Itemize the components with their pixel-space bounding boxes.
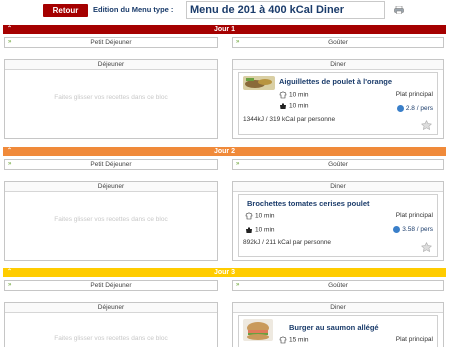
cook-time: 10 min xyxy=(245,226,275,234)
day-header-1[interactable]: ⌃ Jour 1 xyxy=(3,25,446,34)
diner-slot-1[interactable]: Diner Aiguillettes de poulet à l'orange … xyxy=(232,59,444,139)
gouter-slot-2[interactable]: » Goûter xyxy=(232,159,444,170)
drop-placeholder: Faites glisser vos recettes dans ce bloc xyxy=(54,216,168,223)
printer-icon[interactable] xyxy=(394,6,404,14)
prep-time: 10 min xyxy=(279,91,309,99)
slot-label: Déjeuner xyxy=(5,182,217,192)
recipe-card[interactable]: Brochettes tomates cerises poulet 10 min… xyxy=(238,194,438,257)
gouter-slot-3[interactable]: » Goûter xyxy=(232,280,444,291)
petit-dejeuner-slot-2[interactable]: » Petit Déjeuner xyxy=(4,159,218,170)
recipe-photo xyxy=(243,319,273,341)
double-chevron-icon: ⌃ xyxy=(7,26,13,32)
double-chevron-icon: » xyxy=(236,39,240,45)
slot-label: Déjeuner xyxy=(5,60,217,70)
diner-slot-3[interactable]: Diner Burger au saumon allégé 15 min Pla… xyxy=(232,302,444,347)
slot-label: Diner xyxy=(233,182,443,192)
recipe-title[interactable]: Burger au saumon allégé xyxy=(289,323,379,332)
gouter-slot-1[interactable]: » Goûter xyxy=(232,37,444,48)
recipe-title[interactable]: Brochettes tomates cerises poulet xyxy=(247,199,370,208)
top-bar: Retour Edition du Menu type : Menu de 20… xyxy=(0,0,450,22)
day-label: Jour 3 xyxy=(213,269,235,276)
recipe-calories: 1344kJ / 319 kCal par personne xyxy=(243,116,336,123)
day-label: Jour 1 xyxy=(213,26,235,33)
recipe-price: 3.58 / pers xyxy=(393,226,433,233)
prep-time: 10 min xyxy=(245,212,275,220)
petit-dejeuner-slot-1[interactable]: » Petit Déjeuner xyxy=(4,37,218,48)
double-chevron-icon: ⌃ xyxy=(7,148,13,154)
recipe-price: 2.8 / pers xyxy=(396,105,433,112)
slot-label: Goûter xyxy=(328,282,348,289)
menu-type-field[interactable]: Menu de 201 à 400 kCal Diner xyxy=(186,1,385,19)
edition-label: Edition du Menu type : xyxy=(93,5,174,14)
chef-hat-icon xyxy=(245,212,253,220)
drop-placeholder: Faites glisser vos recettes dans ce bloc xyxy=(54,94,168,101)
slot-label: Goûter xyxy=(328,39,348,46)
petit-dejeuner-slot-3[interactable]: » Petit Déjeuner xyxy=(4,280,218,291)
slot-label: Petit Déjeuner xyxy=(90,39,132,46)
euro-coin-icon xyxy=(396,105,404,112)
chef-hat-icon xyxy=(279,91,287,99)
slot-label: Petit Déjeuner xyxy=(90,161,132,168)
recipe-title[interactable]: Aiguillettes de poulet à l'orange xyxy=(279,77,392,86)
slot-label: Petit Déjeuner xyxy=(90,282,132,289)
cooking-pot-icon xyxy=(246,227,252,233)
double-chevron-icon: » xyxy=(236,161,240,167)
favorite-star-icon[interactable] xyxy=(421,120,432,130)
recipe-category: Plat principal xyxy=(395,91,433,98)
day-label: Jour 2 xyxy=(213,148,235,155)
double-chevron-icon: » xyxy=(236,282,240,288)
double-chevron-icon: » xyxy=(8,39,12,45)
drop-placeholder: Faites glisser vos recettes dans ce bloc xyxy=(54,335,168,342)
recipe-card[interactable]: Burger au saumon allégé 15 min Plat prin… xyxy=(238,315,438,347)
cooking-pot-icon xyxy=(280,103,286,109)
cook-time: 10 min xyxy=(279,102,309,110)
recipe-category: Plat principal xyxy=(395,212,433,219)
euro-coin-icon xyxy=(393,226,401,233)
day-header-2[interactable]: ⌃ Jour 2 xyxy=(3,147,446,156)
dejeuner-slot-3[interactable]: Déjeuner Faites glisser vos recettes dan… xyxy=(4,302,218,347)
double-chevron-icon: ⌃ xyxy=(7,269,13,275)
recipe-photo xyxy=(243,76,275,90)
retour-button[interactable]: Retour xyxy=(43,4,88,17)
dejeuner-slot-2[interactable]: Déjeuner Faites glisser vos recettes dan… xyxy=(4,181,218,261)
slot-label: Goûter xyxy=(328,161,348,168)
double-chevron-icon: » xyxy=(8,161,12,167)
prep-time: 15 min xyxy=(279,336,309,344)
chef-hat-icon xyxy=(279,336,287,344)
slot-label: Déjeuner xyxy=(5,303,217,313)
recipe-category: Plat principal xyxy=(395,336,433,343)
favorite-star-icon[interactable] xyxy=(421,242,432,252)
slot-label: Diner xyxy=(233,303,443,313)
day-header-3[interactable]: ⌃ Jour 3 xyxy=(3,268,446,277)
diner-slot-2[interactable]: Diner Brochettes tomates cerises poulet … xyxy=(232,181,444,261)
recipe-card[interactable]: Aiguillettes de poulet à l'orange 10 min… xyxy=(238,72,438,135)
recipe-calories: 892kJ / 211 kCal par personne xyxy=(243,239,332,246)
dejeuner-slot-1[interactable]: Déjeuner Faites glisser vos recettes dan… xyxy=(4,59,218,139)
slot-label: Diner xyxy=(233,60,443,70)
double-chevron-icon: » xyxy=(8,282,12,288)
